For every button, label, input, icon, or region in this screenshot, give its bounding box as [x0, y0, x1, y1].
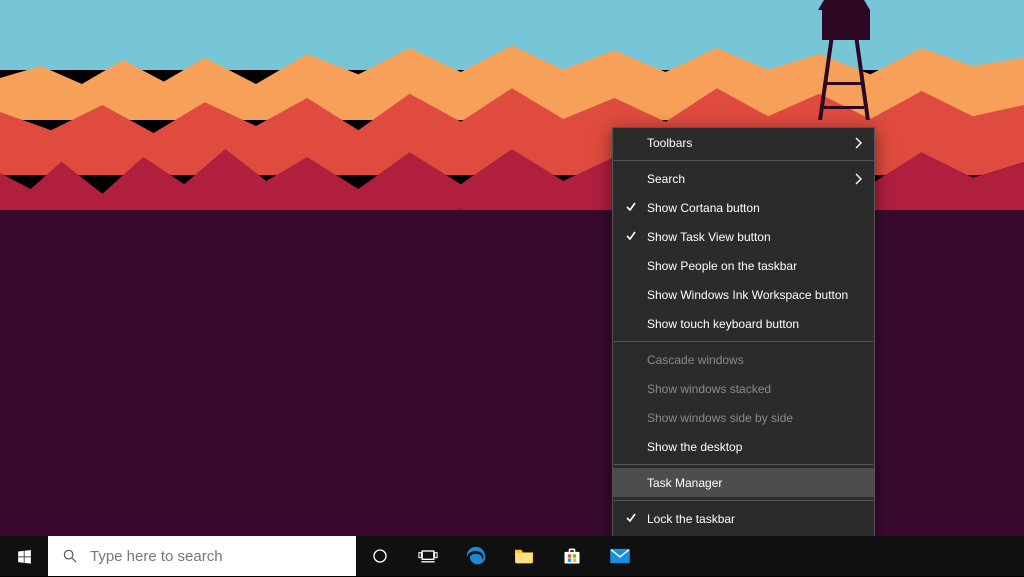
- menu-label: Search: [647, 172, 685, 186]
- check-icon: [625, 230, 637, 242]
- menu-item-show-the-desktop[interactable]: Show the desktop: [613, 432, 874, 461]
- menu-item-cascade-windows: Cascade windows: [613, 345, 874, 374]
- menu-separator: [614, 160, 873, 161]
- menu-label: Lock the taskbar: [647, 512, 735, 526]
- search-input[interactable]: [88, 535, 356, 577]
- menu-label: Show the desktop: [647, 440, 742, 454]
- menu-separator: [614, 500, 873, 501]
- search-icon: [62, 548, 78, 564]
- menu-separator: [614, 341, 873, 342]
- menu-item-toolbars[interactable]: Toolbars: [613, 128, 874, 157]
- edge-icon: [465, 545, 487, 567]
- cortana-button[interactable]: [356, 536, 404, 576]
- start-button[interactable]: [0, 536, 48, 576]
- menu-label: Toolbars: [647, 136, 692, 150]
- cortana-icon: [371, 547, 389, 565]
- menu-label: Show Task View button: [647, 230, 771, 244]
- chevron-right-icon: [854, 137, 862, 149]
- taskbar-context-menu: Toolbars Search Show Cortana button Show…: [612, 127, 875, 563]
- menu-label: Show Windows Ink Workspace button: [647, 288, 848, 302]
- chevron-right-icon: [854, 173, 862, 185]
- check-icon: [625, 512, 637, 524]
- menu-item-search[interactable]: Search: [613, 164, 874, 193]
- menu-item-show-touch-keyboard[interactable]: Show touch keyboard button: [613, 309, 874, 338]
- mail-icon: [609, 548, 631, 564]
- menu-item-show-cortana-button[interactable]: Show Cortana button: [613, 193, 874, 222]
- microsoft-store-button[interactable]: [548, 536, 596, 576]
- menu-item-show-people[interactable]: Show People on the taskbar: [613, 251, 874, 280]
- menu-label: Show People on the taskbar: [647, 259, 797, 273]
- menu-separator: [614, 464, 873, 465]
- menu-label: Show windows stacked: [647, 382, 771, 396]
- menu-label: Cascade windows: [647, 353, 744, 367]
- check-icon: [625, 201, 637, 213]
- watchtower-graphic: [814, 10, 874, 120]
- menu-item-show-task-view-button[interactable]: Show Task View button: [613, 222, 874, 251]
- task-view-button[interactable]: [404, 536, 452, 576]
- folder-icon: [513, 547, 535, 565]
- menu-label: Show touch keyboard button: [647, 317, 799, 331]
- task-view-icon: [418, 548, 438, 564]
- menu-item-show-ink-workspace[interactable]: Show Windows Ink Workspace button: [613, 280, 874, 309]
- menu-label: Show Cortana button: [647, 201, 760, 215]
- file-explorer-button[interactable]: [500, 536, 548, 576]
- mail-button[interactable]: [596, 536, 644, 576]
- menu-label: Show windows side by side: [647, 411, 793, 425]
- menu-item-show-windows-side-by-side: Show windows side by side: [613, 403, 874, 432]
- edge-button[interactable]: [452, 536, 500, 576]
- taskbar-search[interactable]: [48, 536, 356, 576]
- menu-item-lock-the-taskbar[interactable]: Lock the taskbar: [613, 504, 874, 533]
- windows-logo-icon: [16, 548, 33, 565]
- menu-item-task-manager[interactable]: Task Manager: [613, 468, 874, 497]
- menu-item-show-windows-stacked: Show windows stacked: [613, 374, 874, 403]
- menu-label: Task Manager: [647, 476, 722, 490]
- store-icon: [562, 546, 582, 566]
- taskbar[interactable]: [0, 536, 1024, 576]
